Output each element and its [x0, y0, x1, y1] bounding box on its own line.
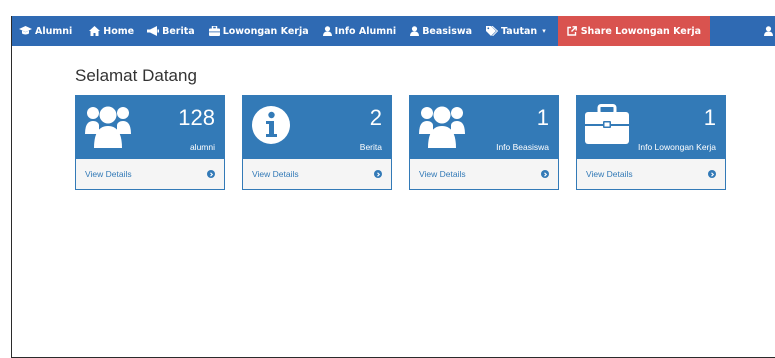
nav-item-label: Info Alumni: [334, 25, 397, 37]
user-icon: [322, 26, 332, 36]
nav-item-lowongan-kerja[interactable]: Lowongan Kerja: [208, 16, 309, 46]
caret-down-icon: ▾: [542, 27, 546, 35]
user-icon: [410, 26, 420, 36]
nav-item-home[interactable]: Home: [89, 16, 134, 46]
nav-brand-alumni[interactable]: Alumni: [19, 16, 72, 46]
card-header: 1 Info Beasiswa: [410, 96, 558, 159]
card-header: 2 Berita: [243, 96, 391, 159]
card-label: alumni: [189, 142, 215, 152]
view-details-label: View Details: [85, 169, 132, 179]
card-header: 1 Info Lowongan Kerja: [577, 96, 725, 159]
briefcase-icon: [208, 26, 220, 36]
nav-brand-label: Alumni: [35, 25, 73, 37]
view-details-link[interactable]: View Details: [410, 159, 558, 189]
card-header: 128 alumni: [76, 96, 224, 159]
nav-item-info-alumni[interactable]: Info Alumni: [322, 16, 397, 46]
stat-card-info-lowongan-kerja: 1 Info Lowongan Kerja View Details: [576, 95, 726, 190]
card-label: Berita: [359, 142, 382, 152]
nav-item-berita[interactable]: Berita: [147, 16, 195, 46]
stat-card-alumni: 128 alumni View Details: [75, 95, 225, 190]
view-details-link[interactable]: View Details: [577, 159, 725, 189]
stat-card-berita: 2 Berita View Details: [242, 95, 392, 190]
stat-card-info-beasiswa: 1 Info Beasiswa View Details: [409, 95, 559, 190]
card-count: 1: [703, 105, 716, 130]
arrow-circle-right-icon: [207, 170, 215, 178]
view-details-label: View Details: [586, 169, 633, 179]
card-label: Info Lowongan Kerja: [638, 142, 716, 152]
card-count: 2: [369, 105, 382, 130]
top-navbar: Alumni Home Berita Lowongan Kerja Info A…: [12, 16, 775, 46]
external-link-icon: [567, 26, 577, 36]
arrow-circle-right-icon: [541, 170, 549, 178]
nav-item-tautan-dropdown[interactable]: Tautan ▾: [486, 16, 546, 46]
card-count: 1: [536, 105, 549, 130]
nav-item-label: Lowongan Kerja: [222, 25, 309, 37]
nav-item-beasiswa[interactable]: Beasiswa: [410, 16, 472, 46]
tags-icon: [486, 26, 499, 36]
users-icon: [419, 106, 465, 148]
user-menu[interactable]: [764, 16, 773, 46]
briefcase-icon: [585, 104, 629, 144]
home-icon: [89, 26, 101, 36]
share-label: Share Lowongan Kerja: [580, 25, 702, 37]
megaphone-icon: [147, 26, 160, 36]
user-icon: [764, 26, 773, 36]
arrow-circle-right-icon: [708, 170, 716, 178]
nav-item-label: Beasiswa: [422, 25, 473, 37]
view-details-label: View Details: [419, 169, 466, 179]
nav-item-label: Tautan: [501, 25, 538, 37]
users-icon: [85, 106, 131, 148]
nav-item-label: Home: [103, 25, 135, 37]
page-title: Selamat Datang: [75, 66, 197, 85]
card-count: 128: [178, 105, 215, 130]
view-details-link[interactable]: View Details: [243, 159, 391, 189]
view-details-link[interactable]: View Details: [76, 159, 224, 189]
info-circle-icon: [252, 106, 290, 144]
view-details-label: View Details: [252, 169, 299, 179]
nav-item-label: Berita: [162, 25, 195, 37]
graduation-cap-icon: [19, 26, 32, 35]
share-lowongan-button[interactable]: Share Lowongan Kerja: [557, 16, 711, 46]
arrow-circle-right-icon: [374, 170, 382, 178]
card-label: Info Beasiswa: [496, 142, 549, 152]
